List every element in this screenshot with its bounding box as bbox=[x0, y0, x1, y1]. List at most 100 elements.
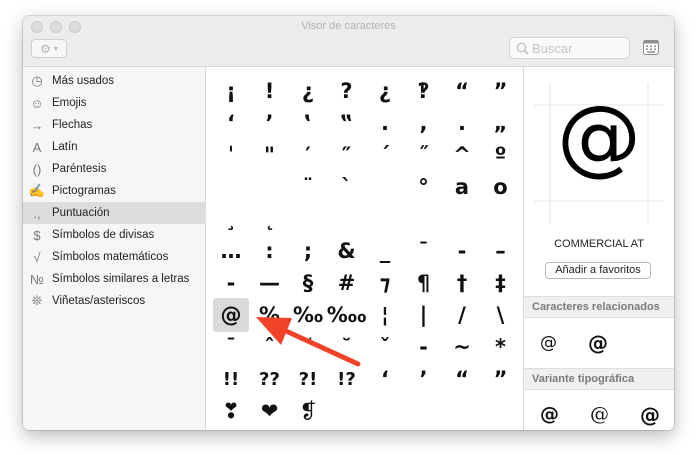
char-cell[interactable]: , bbox=[406, 106, 442, 140]
variant-char-2[interactable]: @ bbox=[590, 403, 609, 425]
sidebar-item-2[interactable]: → Flechas bbox=[23, 114, 206, 136]
char-cell[interactable]: „ bbox=[483, 106, 519, 140]
char-cell[interactable]: ‘ bbox=[213, 106, 249, 140]
character-detail-panel: @ COMMERCIAL AT Añadir a favoritos Carac… bbox=[523, 67, 674, 430]
sidebar-item-label: Viñetas/asteriscos bbox=[52, 295, 146, 307]
char-cell[interactable]: !! bbox=[213, 362, 249, 396]
char-cell[interactable]: ′ bbox=[290, 138, 326, 172]
char-cell[interactable]: !? bbox=[329, 362, 365, 396]
sidebar-item-6[interactable]: ., Puntuación bbox=[23, 202, 206, 224]
parentheses-icon: () bbox=[32, 161, 42, 177]
char-cell[interactable]: ` bbox=[329, 170, 365, 204]
char-cell[interactable]: ; bbox=[290, 234, 326, 268]
char-cell[interactable]: \ bbox=[483, 298, 519, 332]
char-cell[interactable]: ❤ bbox=[252, 394, 288, 428]
sidebar-item-7[interactable]: $ Símbolos de divisas bbox=[23, 224, 206, 246]
char-cell[interactable]: - bbox=[406, 330, 442, 364]
sidebar-item-label: Paréntesis bbox=[52, 163, 107, 175]
char-cell[interactable]: % bbox=[252, 298, 288, 332]
char-cell[interactable]: ” bbox=[483, 362, 519, 396]
char-cell[interactable]: o bbox=[483, 170, 519, 204]
char-cell[interactable]: - bbox=[444, 234, 480, 268]
char-cell[interactable]: ¿ bbox=[367, 74, 403, 108]
char-cell[interactable]: ¿ bbox=[290, 74, 326, 108]
char-cell[interactable]: ˛ bbox=[252, 202, 288, 236]
char-cell[interactable]: ¸ bbox=[213, 202, 249, 236]
char-cell[interactable]: _ bbox=[367, 234, 403, 268]
char-cell[interactable]: & bbox=[329, 234, 365, 268]
action-menu-button[interactable]: ⚙ ▾ bbox=[31, 39, 67, 58]
char-cell[interactable]: ˝ bbox=[406, 138, 442, 172]
char-cell[interactable]: ¶ bbox=[406, 266, 442, 300]
char-cell[interactable]: … bbox=[213, 234, 249, 268]
char-cell[interactable]: ‽ bbox=[406, 74, 442, 108]
char-cell[interactable]: ~ bbox=[444, 330, 480, 364]
sidebar-item-1[interactable]: ☺ Emojis bbox=[23, 92, 206, 114]
search-field[interactable]: Buscar bbox=[509, 37, 630, 59]
char-cell[interactable]: ’ bbox=[406, 362, 442, 396]
char-cell[interactable]: . bbox=[367, 106, 403, 140]
sidebar-item-8[interactable]: √ Símbolos matemáticos bbox=[23, 246, 206, 268]
char-cell[interactable]: † bbox=[444, 266, 480, 300]
sidebar-item-9[interactable]: № Símbolos similares a letras bbox=[23, 268, 206, 290]
char-cell[interactable]: — bbox=[252, 266, 288, 300]
related-char-2[interactable]: @ bbox=[588, 331, 608, 355]
char-cell[interactable]: ¦ bbox=[367, 298, 403, 332]
char-cell[interactable]: “ bbox=[444, 362, 480, 396]
char-cell[interactable]: º bbox=[483, 138, 519, 172]
char-cell[interactable]: @ bbox=[213, 298, 249, 332]
char-cell[interactable]: ¨ bbox=[290, 170, 326, 204]
char-cell[interactable]: ? bbox=[329, 74, 365, 108]
char-cell[interactable]: - bbox=[213, 266, 249, 300]
char-cell[interactable]: / bbox=[444, 298, 480, 332]
char-cell[interactable]: ❡ bbox=[290, 394, 326, 428]
sidebar-item-3[interactable]: A Latín bbox=[23, 136, 206, 158]
char-cell[interactable]: ‰ bbox=[290, 298, 326, 332]
char-cell[interactable]: § bbox=[290, 266, 326, 300]
sidebar-item-label: Símbolos similares a letras bbox=[52, 273, 190, 285]
char-cell[interactable]: ˈ bbox=[213, 138, 249, 172]
char-cell[interactable]: ^ bbox=[444, 138, 480, 172]
char-cell[interactable]: ‡ bbox=[483, 266, 519, 300]
char-cell[interactable]: ‛ bbox=[290, 106, 326, 140]
sidebar-item-4[interactable]: () Paréntesis bbox=[23, 158, 206, 180]
char-cell[interactable]: – bbox=[483, 234, 519, 268]
char-cell[interactable]: ¡ bbox=[213, 74, 249, 108]
sidebar-item-0[interactable]: ◷ Más usados bbox=[23, 70, 206, 92]
char-cell[interactable]: | bbox=[406, 298, 442, 332]
char-cell[interactable]: “ bbox=[444, 74, 480, 108]
keyboard-viewer-icon[interactable] bbox=[643, 40, 659, 55]
char-cell[interactable]: ˘ bbox=[329, 330, 365, 364]
variant-char-1[interactable]: @ bbox=[540, 403, 559, 425]
char-cell[interactable]: " bbox=[252, 138, 288, 172]
char-cell[interactable]: ¯ bbox=[406, 234, 442, 268]
variant-char-3[interactable]: @ bbox=[640, 403, 660, 427]
char-cell[interactable]: : bbox=[252, 234, 288, 268]
add-to-favorites-button[interactable]: Añadir a favoritos bbox=[545, 262, 651, 279]
char-cell[interactable]: . bbox=[444, 106, 480, 140]
char-cell[interactable]: ‱ bbox=[327, 298, 367, 332]
char-cell[interactable]: ° bbox=[406, 170, 442, 204]
related-char-1[interactable]: @ bbox=[540, 333, 557, 353]
char-cell[interactable]: ˘ bbox=[290, 330, 326, 364]
char-cell[interactable]: ˇ bbox=[367, 330, 403, 364]
char-cell[interactable]: ’ bbox=[252, 106, 288, 140]
char-cell[interactable]: ” bbox=[483, 74, 519, 108]
char-cell[interactable]: ?! bbox=[290, 362, 326, 396]
char-cell[interactable]: ! bbox=[252, 74, 288, 108]
sidebar-item-10[interactable]: ❊ Viñetas/asteriscos bbox=[23, 290, 206, 312]
char-cell[interactable]: a bbox=[444, 170, 480, 204]
char-cell[interactable]: ❣ bbox=[213, 394, 249, 428]
char-cell[interactable]: ⁊ bbox=[367, 266, 403, 300]
char-cell[interactable]: ″ bbox=[329, 138, 365, 172]
currency-icon: $ bbox=[33, 227, 41, 243]
char-cell[interactable]: ?? bbox=[252, 362, 288, 396]
sidebar-item-5[interactable]: ✍ Pictogramas bbox=[23, 180, 206, 202]
char-cell[interactable]: ˊ bbox=[367, 138, 403, 172]
char-cell[interactable]: ˉ bbox=[213, 330, 249, 364]
char-cell[interactable]: ˆ bbox=[252, 330, 288, 364]
char-cell[interactable]: * bbox=[483, 330, 519, 364]
char-cell[interactable]: # bbox=[329, 266, 365, 300]
char-cell[interactable]: ‘ bbox=[367, 362, 403, 396]
char-cell[interactable]: ‟ bbox=[329, 106, 365, 140]
